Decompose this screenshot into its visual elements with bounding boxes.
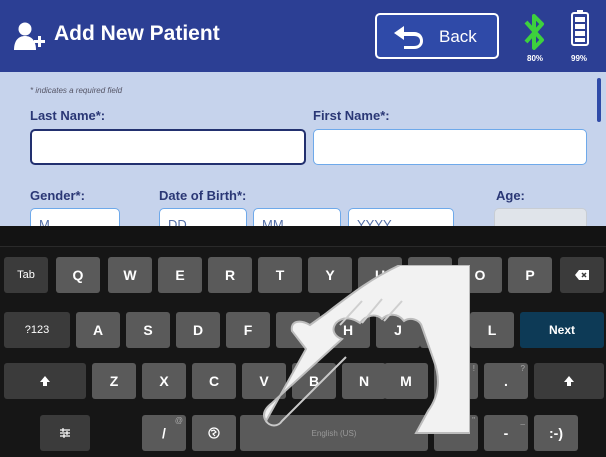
key-t[interactable]: T bbox=[258, 257, 302, 293]
key-comma[interactable]: , ! bbox=[434, 363, 478, 399]
key-period-char: . bbox=[504, 373, 508, 389]
key-v[interactable]: V bbox=[242, 363, 286, 399]
key-tab[interactable]: Tab bbox=[4, 257, 48, 293]
key-symbols[interactable]: ?123 bbox=[4, 312, 70, 348]
key-p[interactable]: P bbox=[508, 257, 552, 293]
key-slash[interactable]: / @ bbox=[142, 415, 186, 451]
dob-label: Date of Birth*: bbox=[159, 188, 247, 203]
bluetooth-level: 80% bbox=[527, 54, 544, 63]
required-note: * indicates a required field bbox=[30, 86, 123, 95]
key-s[interactable]: S bbox=[126, 312, 170, 348]
settings-icon bbox=[60, 428, 70, 438]
back-button-label: Back bbox=[439, 27, 477, 46]
key-d[interactable]: D bbox=[176, 312, 220, 348]
key-a[interactable]: A bbox=[76, 312, 120, 348]
battery-level: 99% bbox=[571, 54, 588, 63]
key-f[interactable]: F bbox=[226, 312, 270, 348]
globe-icon bbox=[208, 427, 220, 439]
key-slash-hint: @ bbox=[174, 416, 183, 425]
first-name-input[interactable] bbox=[313, 129, 587, 165]
key-dash-hint: _ bbox=[520, 416, 525, 425]
key-c[interactable]: C bbox=[192, 363, 236, 399]
key-j[interactable]: J bbox=[376, 312, 420, 348]
key-b[interactable]: B bbox=[292, 363, 336, 399]
key-comma-char: , bbox=[454, 373, 458, 389]
shift-icon bbox=[564, 376, 574, 386]
key-q[interactable]: Q bbox=[56, 257, 100, 293]
key-y[interactable]: Y bbox=[308, 257, 352, 293]
key-g[interactable]: G bbox=[276, 312, 320, 348]
key-h[interactable]: H bbox=[326, 312, 370, 348]
key-n[interactable]: N bbox=[342, 363, 386, 399]
key-shift-left[interactable] bbox=[4, 363, 86, 399]
key-backspace[interactable] bbox=[560, 257, 604, 293]
form-scrollbar[interactable] bbox=[597, 78, 601, 122]
key-next[interactable]: Next bbox=[520, 312, 604, 348]
key-w[interactable]: W bbox=[108, 257, 152, 293]
key-k[interactable]: K bbox=[420, 312, 464, 348]
key-l[interactable]: L bbox=[470, 312, 514, 348]
key-slash-char: / bbox=[162, 425, 166, 441]
bluetooth-icon bbox=[524, 14, 544, 50]
key-smiley[interactable]: :-) bbox=[534, 415, 578, 451]
keyboard-suggestion-strip bbox=[0, 226, 606, 247]
key-period-hint: ? bbox=[520, 364, 525, 373]
back-arrow-icon bbox=[394, 26, 423, 49]
gender-label: Gender*: bbox=[30, 188, 85, 203]
key-period[interactable]: . ? bbox=[484, 363, 528, 399]
first-name-label: First Name*: bbox=[313, 108, 390, 123]
key-shift-right[interactable] bbox=[534, 363, 604, 399]
add-patient-icon bbox=[14, 22, 45, 50]
back-button[interactable]: Back bbox=[375, 13, 499, 59]
battery-icon bbox=[571, 10, 589, 46]
key-x[interactable]: X bbox=[142, 363, 186, 399]
key-apostrophe[interactable]: ' " bbox=[434, 415, 478, 451]
key-space[interactable]: English (US) bbox=[240, 415, 428, 451]
age-label: Age: bbox=[496, 188, 525, 203]
header-bar: Add New Patient Back 80% 99% bbox=[0, 0, 606, 72]
last-name-label: Last Name*: bbox=[30, 108, 106, 123]
onscreen-keyboard: Tab Q W E R T Y U I O P ?123 A S D F G H… bbox=[0, 226, 606, 457]
key-dash-char: - bbox=[503, 425, 509, 441]
key-apostrophe-hint: " bbox=[472, 416, 475, 425]
key-apostrophe-char: ' bbox=[454, 425, 458, 441]
key-i[interactable]: I bbox=[408, 257, 452, 293]
key-z[interactable]: Z bbox=[92, 363, 136, 399]
backspace-icon bbox=[575, 270, 589, 280]
page-title: Add New Patient bbox=[54, 22, 220, 45]
key-comma-hint: ! bbox=[472, 364, 475, 373]
key-settings[interactable] bbox=[40, 415, 90, 451]
key-r[interactable]: R bbox=[208, 257, 252, 293]
key-language[interactable] bbox=[192, 415, 236, 451]
shift-icon bbox=[40, 376, 50, 386]
key-o[interactable]: O bbox=[458, 257, 502, 293]
key-m[interactable]: M bbox=[384, 363, 428, 399]
last-name-input[interactable] bbox=[30, 129, 306, 165]
key-dash[interactable]: - _ bbox=[484, 415, 528, 451]
key-u[interactable]: U bbox=[358, 257, 402, 293]
key-e[interactable]: E bbox=[158, 257, 202, 293]
